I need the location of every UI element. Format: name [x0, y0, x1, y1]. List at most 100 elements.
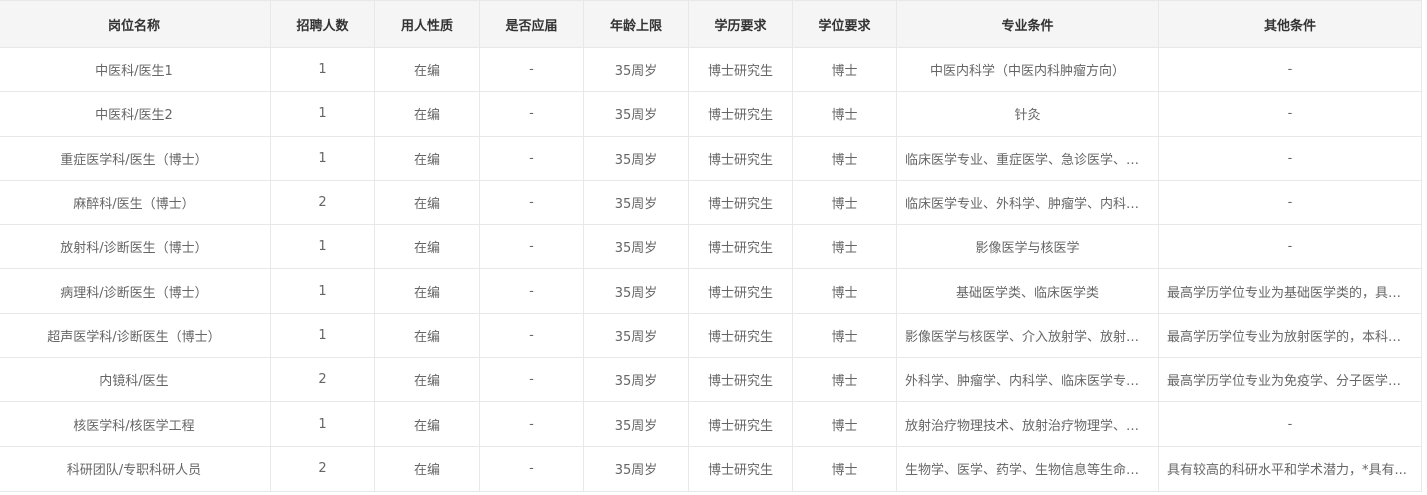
cell-degree: 博士 — [792, 268, 897, 314]
cell-other: 最高学历学位专业为免疫学、分子医学、... — [1158, 357, 1422, 403]
cell-major: 影像医学与核医学、介入放射学、放射影... — [896, 312, 1159, 359]
cell-degree: 博士 — [792, 179, 897, 226]
table-row: 核医学科/核医学工程 1 在编 - 35周岁 博士研究生 博士 放射治疗物理技术… — [0, 401, 1422, 447]
cell-age-limit: 35周岁 — [583, 179, 689, 226]
cell-headcount: 1 — [270, 312, 375, 359]
cell-education: 博士研究生 — [688, 91, 793, 137]
cell-major: 基础医学类、临床医学类 — [896, 268, 1159, 314]
cell-fresh-graduate: - — [479, 179, 584, 226]
cell-employment-type: 在编 — [374, 179, 480, 226]
cell-position-name: 核医学科/核医学工程 — [0, 401, 271, 447]
cell-degree: 博士 — [792, 401, 897, 447]
table-row: 超声医学科/诊断医生（博士） 1 在编 - 35周岁 博士研究生 博士 影像医学… — [0, 312, 1422, 359]
cell-position-name: 内镜科/医生 — [0, 357, 271, 403]
cell-education: 博士研究生 — [688, 401, 793, 447]
cell-fresh-graduate: - — [479, 357, 584, 403]
table-row: 病理科/诊断医生（博士） 1 在编 - 35周岁 博士研究生 博士 基础医学类、… — [0, 268, 1422, 314]
cell-fresh-graduate: - — [479, 91, 584, 137]
cell-fresh-graduate: - — [479, 445, 584, 492]
cell-fresh-graduate: - — [479, 401, 584, 447]
cell-age-limit: 35周岁 — [583, 224, 689, 270]
cell-education: 博士研究生 — [688, 46, 793, 93]
cell-age-limit: 35周岁 — [583, 91, 689, 137]
cell-education: 博士研究生 — [688, 445, 793, 492]
column-header-other: 其他条件 — [1158, 0, 1422, 48]
cell-degree: 博士 — [792, 135, 897, 181]
cell-headcount: 2 — [270, 445, 375, 492]
table-row: 重症医学科/医生（博士） 1 在编 - 35周岁 博士研究生 博士 临床医学专业… — [0, 135, 1422, 181]
table-row: 放射科/诊断医生（博士） 1 在编 - 35周岁 博士研究生 博士 影像医学与核… — [0, 224, 1422, 270]
table-row: 内镜科/医生 2 在编 - 35周岁 博士研究生 博士 外科学、肿瘤学、内科学、… — [0, 357, 1422, 403]
cell-education: 博士研究生 — [688, 135, 793, 181]
cell-education: 博士研究生 — [688, 224, 793, 270]
cell-degree: 博士 — [792, 46, 897, 93]
recruitment-table-container: 岗位名称 招聘人数 用人性质 是否应届 年龄上限 学历要求 学位要求 专业条件 … — [0, 0, 1427, 495]
table-row: 科研团队/专职科研人员 2 在编 - 35周岁 博士研究生 博士 生物学、医学、… — [0, 445, 1422, 492]
column-header-position-name: 岗位名称 — [0, 0, 271, 48]
cell-headcount: 1 — [270, 46, 375, 93]
cell-position-name: 科研团队/专职科研人员 — [0, 445, 271, 492]
column-header-age-limit: 年龄上限 — [583, 0, 689, 48]
cell-employment-type: 在编 — [374, 91, 480, 137]
cell-age-limit: 35周岁 — [583, 268, 689, 314]
cell-position-name: 放射科/诊断医生（博士） — [0, 224, 271, 270]
column-header-employment-type: 用人性质 — [374, 0, 480, 48]
cell-degree: 博士 — [792, 91, 897, 137]
column-header-headcount: 招聘人数 — [270, 0, 375, 48]
column-header-education: 学历要求 — [688, 0, 793, 48]
column-header-degree: 学位要求 — [792, 0, 897, 48]
cell-age-limit: 35周岁 — [583, 46, 689, 93]
cell-degree: 博士 — [792, 357, 897, 403]
cell-fresh-graduate: - — [479, 135, 584, 181]
cell-age-limit: 35周岁 — [583, 401, 689, 447]
column-header-fresh-graduate: 是否应届 — [479, 0, 584, 48]
cell-fresh-graduate: - — [479, 312, 584, 359]
cell-headcount: 2 — [270, 179, 375, 226]
cell-position-name: 中医科/医生1 — [0, 46, 271, 93]
cell-other: - — [1158, 135, 1422, 181]
cell-fresh-graduate: - — [479, 268, 584, 314]
table-row: 麻醉科/医生（博士） 2 在编 - 35周岁 博士研究生 博士 临床医学专业、外… — [0, 179, 1422, 226]
cell-headcount: 1 — [270, 135, 375, 181]
cell-major: 影像医学与核医学 — [896, 224, 1159, 270]
cell-employment-type: 在编 — [374, 357, 480, 403]
cell-employment-type: 在编 — [374, 46, 480, 93]
table-row: 中医科/医生2 1 在编 - 35周岁 博士研究生 博士 针灸 - — [0, 91, 1422, 137]
cell-employment-type: 在编 — [374, 224, 480, 270]
cell-position-name: 超声医学科/诊断医生（博士） — [0, 312, 271, 359]
cell-employment-type: 在编 — [374, 268, 480, 314]
cell-major: 生物学、医学、药学、生物信息等生命科... — [896, 445, 1159, 492]
cell-degree: 博士 — [792, 224, 897, 270]
cell-headcount: 1 — [270, 401, 375, 447]
cell-major: 中医内科学（中医内科肿瘤方向） — [896, 46, 1159, 93]
cell-headcount: 1 — [270, 91, 375, 137]
cell-other: - — [1158, 91, 1422, 137]
table-header-row: 岗位名称 招聘人数 用人性质 是否应届 年龄上限 学历要求 学位要求 专业条件 … — [0, 0, 1422, 48]
table-row: 中医科/医生1 1 在编 - 35周岁 博士研究生 博士 中医内科学（中医内科肿… — [0, 46, 1422, 93]
cell-employment-type: 在编 — [374, 135, 480, 181]
cell-other: 具有较高的科研水平和学术潜力，*具有... — [1158, 445, 1422, 492]
cell-age-limit: 35周岁 — [583, 445, 689, 492]
cell-other: - — [1158, 224, 1422, 270]
cell-position-name: 病理科/诊断医生（博士） — [0, 268, 271, 314]
cell-education: 博士研究生 — [688, 268, 793, 314]
cell-employment-type: 在编 — [374, 312, 480, 359]
cell-other: - — [1158, 46, 1422, 93]
table-body: 中医科/医生1 1 在编 - 35周岁 博士研究生 博士 中医内科学（中医内科肿… — [0, 46, 1422, 492]
cell-employment-type: 在编 — [374, 401, 480, 447]
cell-age-limit: 35周岁 — [583, 312, 689, 359]
cell-age-limit: 35周岁 — [583, 357, 689, 403]
cell-major: 外科学、肿瘤学、内科学、临床医学专业... — [896, 357, 1159, 403]
cell-position-name: 中医科/医生2 — [0, 91, 271, 137]
cell-other: - — [1158, 401, 1422, 447]
cell-education: 博士研究生 — [688, 357, 793, 403]
cell-major: 放射治疗物理技术、放射治疗物理学、核... — [896, 401, 1159, 447]
recruitment-table: 岗位名称 招聘人数 用人性质 是否应届 年龄上限 学历要求 学位要求 专业条件 … — [0, 0, 1422, 492]
cell-other: - — [1158, 179, 1422, 226]
cell-other: 最高学历学位专业为放射医学的，本科专... — [1158, 312, 1422, 359]
cell-headcount: 1 — [270, 268, 375, 314]
cell-education: 博士研究生 — [688, 312, 793, 359]
cell-major: 针灸 — [896, 91, 1159, 137]
cell-major: 临床医学专业、重症医学、急诊医学、内... — [896, 135, 1159, 181]
cell-employment-type: 在编 — [374, 445, 480, 492]
